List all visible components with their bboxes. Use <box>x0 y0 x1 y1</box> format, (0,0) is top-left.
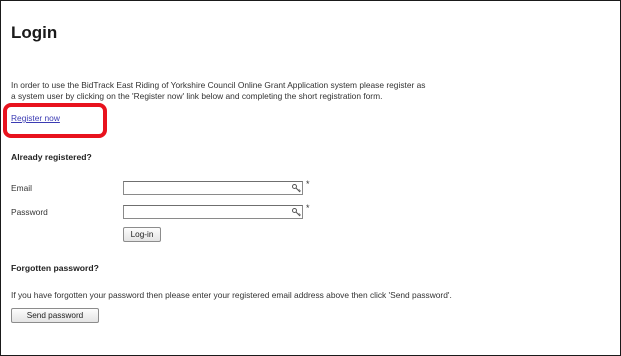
intro-line-1: In order to use the BidTrack East Riding… <box>11 80 426 90</box>
login-button[interactable]: Log-in <box>123 227 161 242</box>
email-label: Email <box>11 183 32 193</box>
forgotten-password-heading: Forgotten password? <box>11 263 99 273</box>
forgotten-password-text: If you have forgotten your password then… <box>11 290 452 300</box>
already-registered-heading: Already registered? <box>11 152 92 162</box>
page-title: Login <box>11 23 58 42</box>
email-field[interactable] <box>123 181 303 195</box>
key-icon[interactable] <box>291 183 302 194</box>
required-marker: * <box>306 179 310 189</box>
intro-line-2: a system user by clicking on the 'Regist… <box>11 91 383 101</box>
intro-text: In order to use the BidTrack East Riding… <box>11 80 571 102</box>
required-marker: * <box>306 203 310 213</box>
password-label: Password <box>11 207 48 217</box>
login-page: Login In order to use the BidTrack East … <box>0 0 621 356</box>
register-now-link[interactable]: Register now <box>11 113 60 123</box>
key-icon[interactable] <box>291 207 302 218</box>
password-field[interactable] <box>123 205 303 219</box>
send-password-button[interactable]: Send password <box>11 308 99 323</box>
